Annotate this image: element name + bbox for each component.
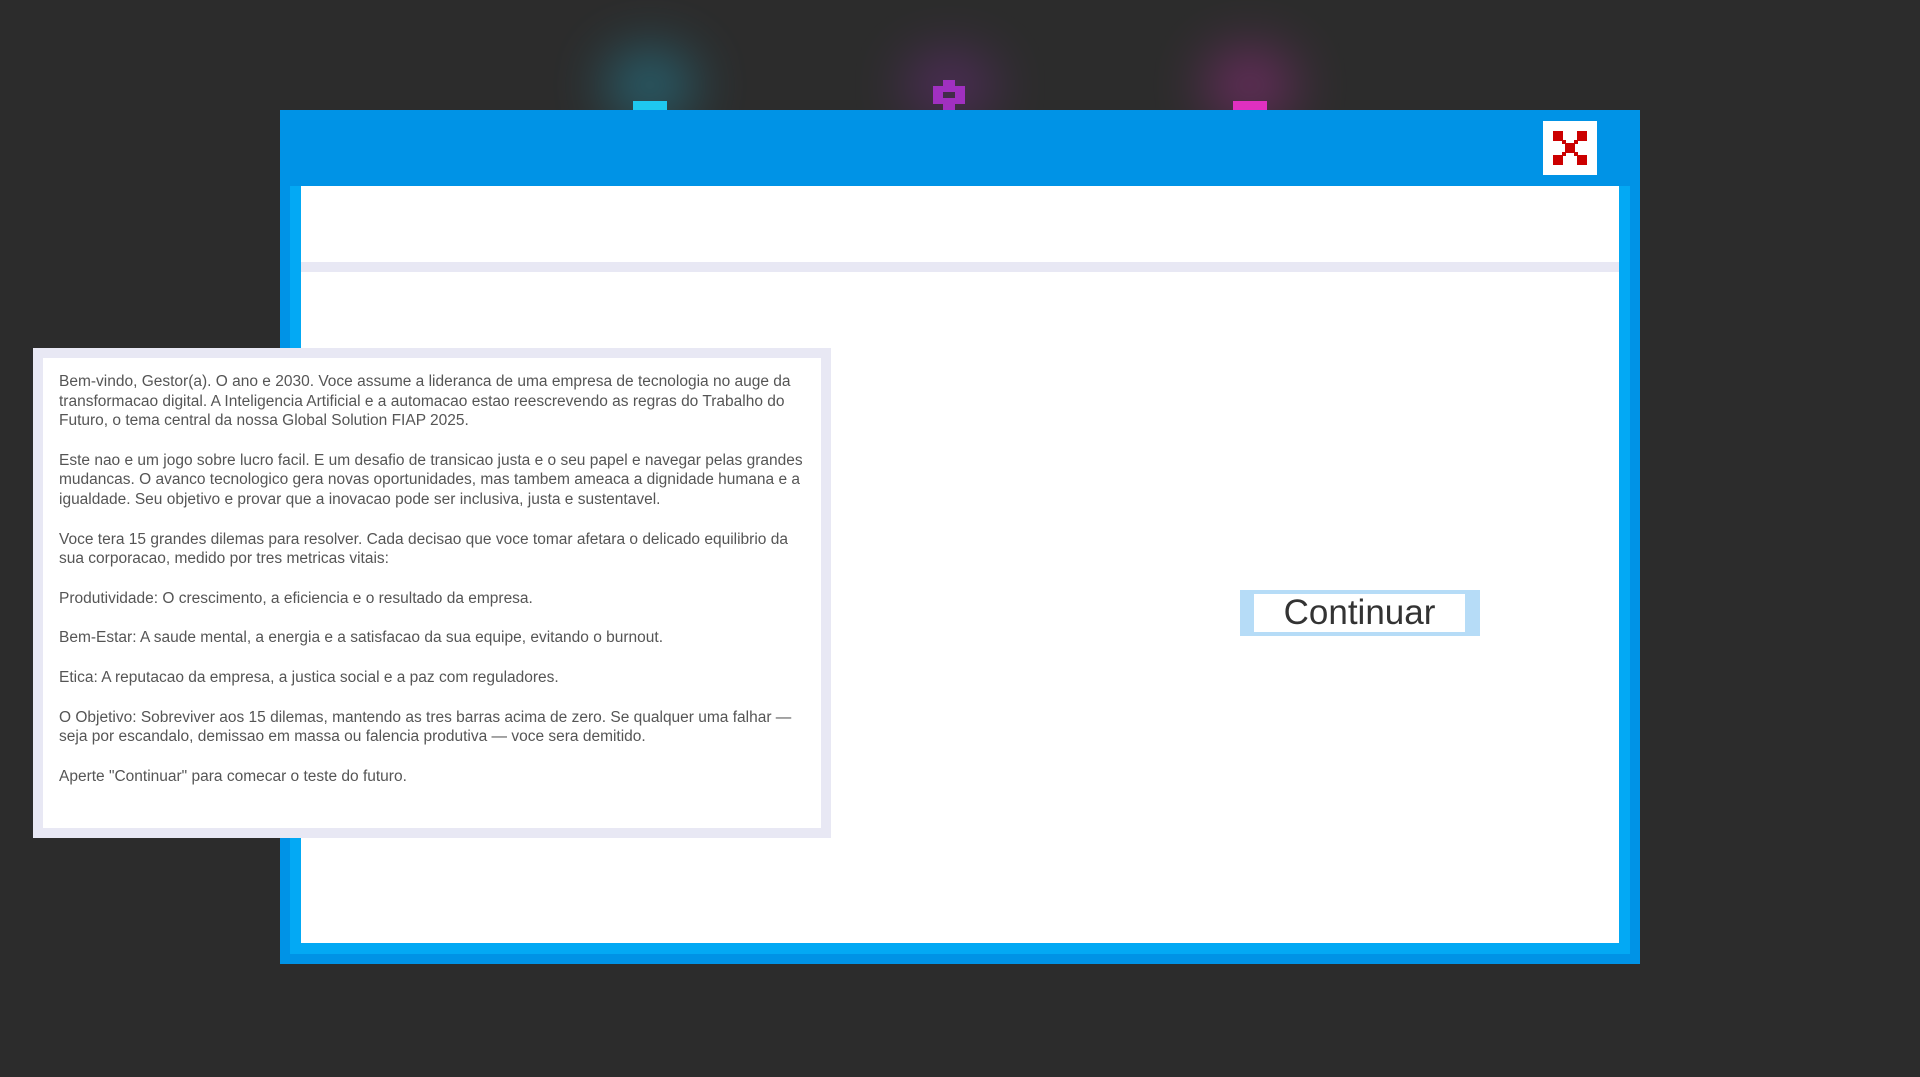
intro-paragraph: Bem-vindo, Gestor(a). O ano e 2030. Voce… <box>59 373 791 430</box>
intro-text: Bem-vindo, Gestor(a). O ano e 2030. Voce… <box>59 372 809 806</box>
close-button[interactable] <box>1543 121 1597 175</box>
close-icon <box>1553 131 1587 165</box>
metric-ethics: Etica: A reputacao da empresa, a justica… <box>59 668 559 686</box>
cyan-pixel-sprite <box>633 101 667 110</box>
header-divider <box>301 262 1619 272</box>
intro-paragraph: Voce tera 15 grandes dilemas para resolv… <box>59 530 788 568</box>
intro-text-panel: Bem-vindo, Gestor(a). O ano e 2030. Voce… <box>33 348 831 838</box>
purple-flower-sprite <box>933 80 965 110</box>
continue-button-label: Continuar <box>1254 594 1465 632</box>
continue-button[interactable]: Continuar <box>1240 590 1480 636</box>
intro-objective: O Objetivo: Sobreviver aos 15 dilemas, m… <box>59 708 792 746</box>
window-header-area <box>301 186 1619 262</box>
magenta-pixel-sprite <box>1233 101 1267 110</box>
intro-paragraph: Este nao e um jogo sobre lucro facil. E … <box>59 451 803 508</box>
metric-wellbeing: Bem-Estar: A saude mental, a energia e a… <box>59 629 664 647</box>
metric-productivity: Produtividade: O crescimento, a eficienc… <box>59 589 533 607</box>
intro-prompt: Aperte "Continuar" para comecar o teste … <box>59 767 407 785</box>
